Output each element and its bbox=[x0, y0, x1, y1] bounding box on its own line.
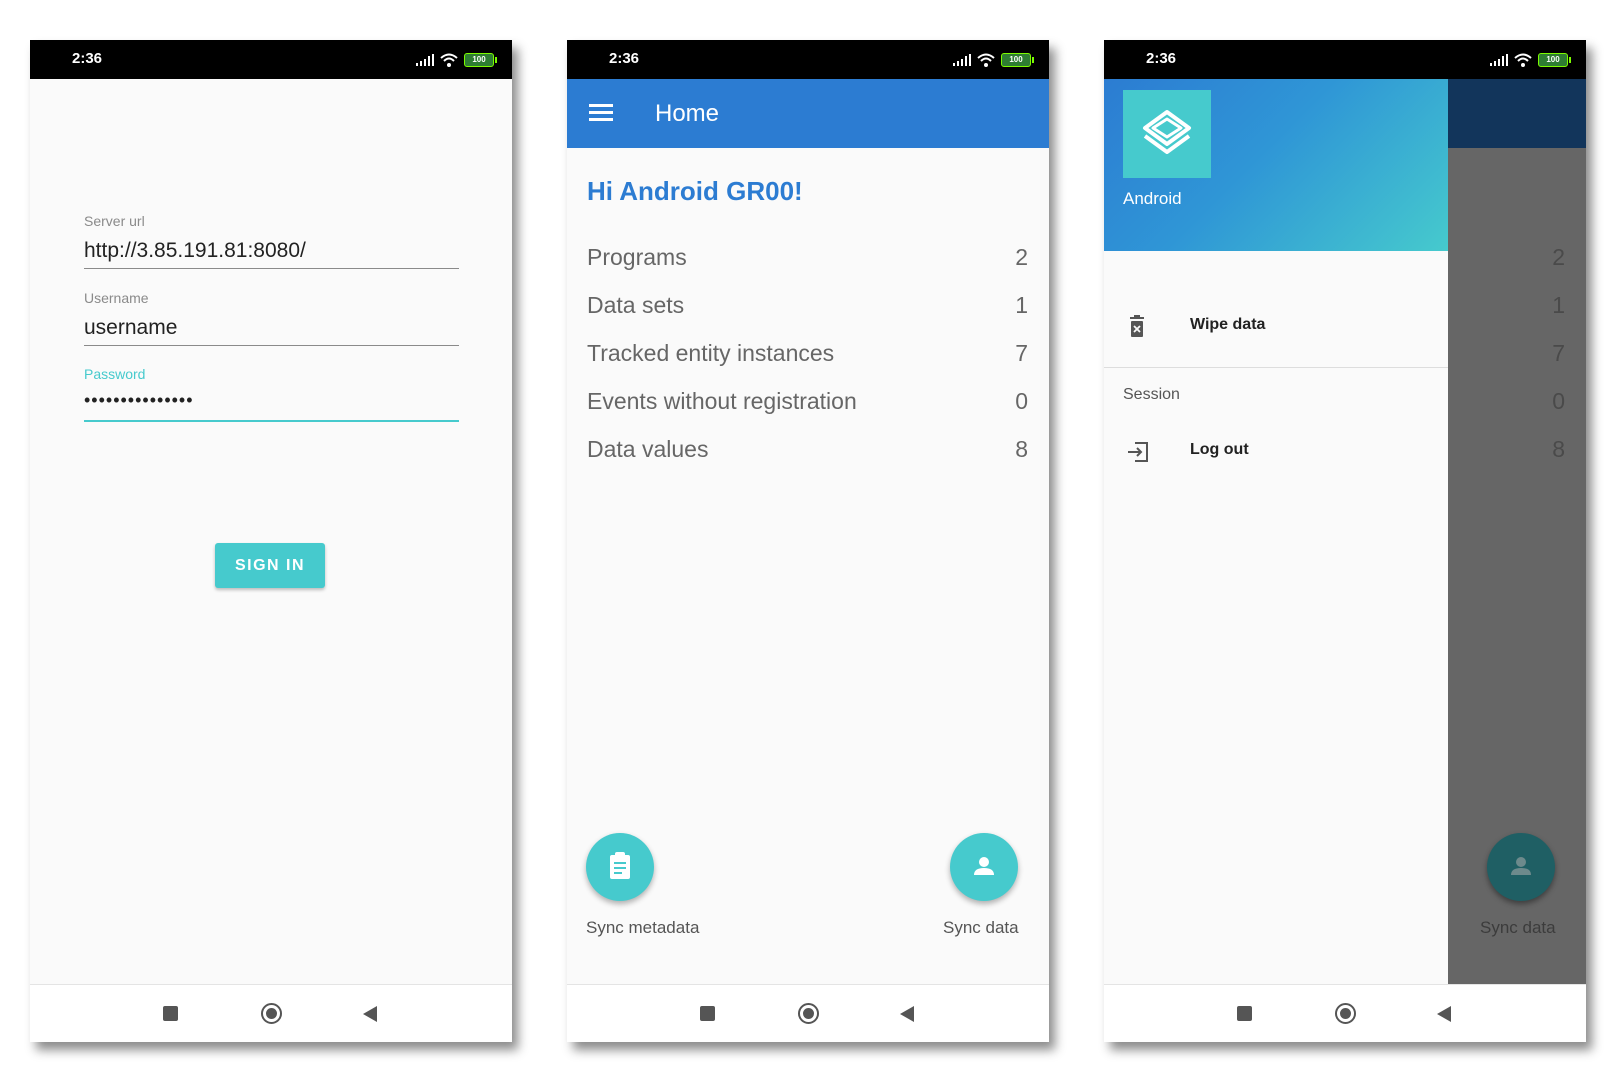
stat-value: 1 bbox=[1552, 292, 1565, 318]
sync-data-label: Sync data bbox=[943, 918, 1019, 937]
navigation-bar bbox=[567, 984, 1049, 1042]
stat-value: 2 bbox=[1552, 244, 1565, 270]
stat-row-tracked-entity-instances: Tracked entity instances 7 bbox=[587, 340, 1028, 380]
stat-row-events-without-registration: Events without registration 0 bbox=[587, 388, 1028, 428]
person-icon bbox=[1511, 857, 1531, 875]
server-url-input[interactable]: http://3.85.191.81:8080/ bbox=[84, 239, 306, 263]
stat-value: 1 bbox=[1015, 292, 1028, 318]
home-nav-icon[interactable] bbox=[798, 1003, 819, 1024]
password-label: Password bbox=[84, 366, 146, 382]
back-icon[interactable] bbox=[900, 1006, 914, 1022]
logout-icon bbox=[1128, 442, 1148, 462]
server-url-underline bbox=[84, 268, 459, 269]
stat-value: 8 bbox=[1015, 436, 1028, 462]
layers-icon bbox=[1143, 110, 1191, 154]
stat-label: Data sets bbox=[587, 292, 685, 318]
signal-icon bbox=[953, 54, 971, 66]
wifi-icon bbox=[977, 53, 995, 67]
username-input[interactable]: username bbox=[84, 316, 177, 340]
trash-icon bbox=[1130, 315, 1144, 337]
dimmed-sync-data-label: Sync data bbox=[1480, 918, 1556, 937]
username-underline bbox=[84, 345, 459, 346]
navigation-drawer: Android Wipe data Session Log out bbox=[1104, 79, 1448, 985]
person-icon bbox=[974, 857, 994, 875]
home-screen: 2:36 100 Home Hi Android GR00! Programs … bbox=[567, 40, 1049, 1042]
navigation-bar bbox=[1104, 984, 1586, 1042]
stat-row-programs: Programs 2 bbox=[587, 244, 1028, 284]
wipe-data-label: Wipe data bbox=[1190, 316, 1266, 333]
log-out-item[interactable]: Log out bbox=[1104, 422, 1448, 482]
login-screen: 2:36 100 Server url http://3.85.191.81:8… bbox=[30, 40, 512, 1042]
wifi-icon bbox=[1514, 53, 1532, 67]
stat-label: Tracked entity instances bbox=[587, 340, 835, 366]
stat-value: 8 bbox=[1552, 436, 1565, 462]
back-icon[interactable] bbox=[363, 1006, 377, 1022]
app-logo bbox=[1123, 90, 1211, 178]
server-url-label: Server url bbox=[84, 213, 145, 229]
status-bar: 2:36 100 bbox=[1104, 40, 1586, 79]
drawer-user-name: Android bbox=[1123, 189, 1182, 208]
app-bar: Home bbox=[567, 79, 1049, 148]
password-underline bbox=[84, 420, 459, 422]
signal-icon bbox=[416, 54, 434, 66]
menu-icon[interactable] bbox=[589, 104, 613, 122]
battery-icon: 100 bbox=[464, 53, 497, 67]
battery-icon: 100 bbox=[1001, 53, 1034, 67]
stat-row-data-values: Data values 8 bbox=[587, 436, 1028, 476]
status-time: 2:36 bbox=[1146, 50, 1177, 67]
stat-value: 0 bbox=[1552, 388, 1565, 414]
status-time: 2:36 bbox=[609, 50, 640, 67]
stat-label: Programs bbox=[587, 244, 687, 270]
drawer-header: Android bbox=[1104, 79, 1448, 251]
wifi-icon bbox=[440, 53, 458, 67]
stat-value: 0 bbox=[1015, 388, 1028, 414]
drawer-screen: 2:36 100 2 1 7 0 8 Sync data Android Wip… bbox=[1104, 40, 1586, 1042]
page-title: Home bbox=[655, 100, 720, 127]
signal-icon bbox=[1490, 54, 1508, 66]
stat-label: Events without registration bbox=[587, 388, 857, 414]
sync-metadata-label: Sync metadata bbox=[586, 918, 700, 937]
recents-icon[interactable] bbox=[1237, 1006, 1252, 1021]
home-nav-icon[interactable] bbox=[261, 1003, 282, 1024]
navigation-bar bbox=[30, 984, 512, 1042]
password-input[interactable]: ••••••••••••••• bbox=[84, 390, 194, 411]
stat-value: 2 bbox=[1015, 244, 1028, 270]
battery-icon: 100 bbox=[1538, 53, 1571, 67]
stat-value: 7 bbox=[1015, 340, 1028, 366]
stat-label: Data values bbox=[587, 436, 709, 462]
back-icon[interactable] bbox=[1437, 1006, 1451, 1022]
recents-icon[interactable] bbox=[163, 1006, 178, 1021]
status-time: 2:36 bbox=[72, 50, 103, 67]
greeting-text: Hi Android GR00! bbox=[587, 176, 803, 206]
stat-value: 7 bbox=[1552, 340, 1565, 366]
log-out-label: Log out bbox=[1190, 441, 1249, 458]
clipboard-icon bbox=[610, 852, 630, 879]
drawer-divider bbox=[1104, 367, 1448, 368]
sync-data-button[interactable] bbox=[950, 833, 1018, 901]
status-bar: 2:36 100 bbox=[567, 40, 1049, 79]
recents-icon[interactable] bbox=[700, 1006, 715, 1021]
wipe-data-item[interactable]: Wipe data bbox=[1104, 297, 1448, 357]
dimmed-sync-data-button bbox=[1487, 833, 1555, 901]
status-bar: 2:36 100 bbox=[30, 40, 512, 79]
sign-in-button[interactable]: SIGN IN bbox=[215, 543, 325, 588]
session-section-label: Session bbox=[1123, 386, 1180, 403]
sync-metadata-button[interactable] bbox=[586, 833, 654, 901]
username-label: Username bbox=[84, 290, 149, 306]
stat-row-data-sets: Data sets 1 bbox=[587, 292, 1028, 332]
home-nav-icon[interactable] bbox=[1335, 1003, 1356, 1024]
